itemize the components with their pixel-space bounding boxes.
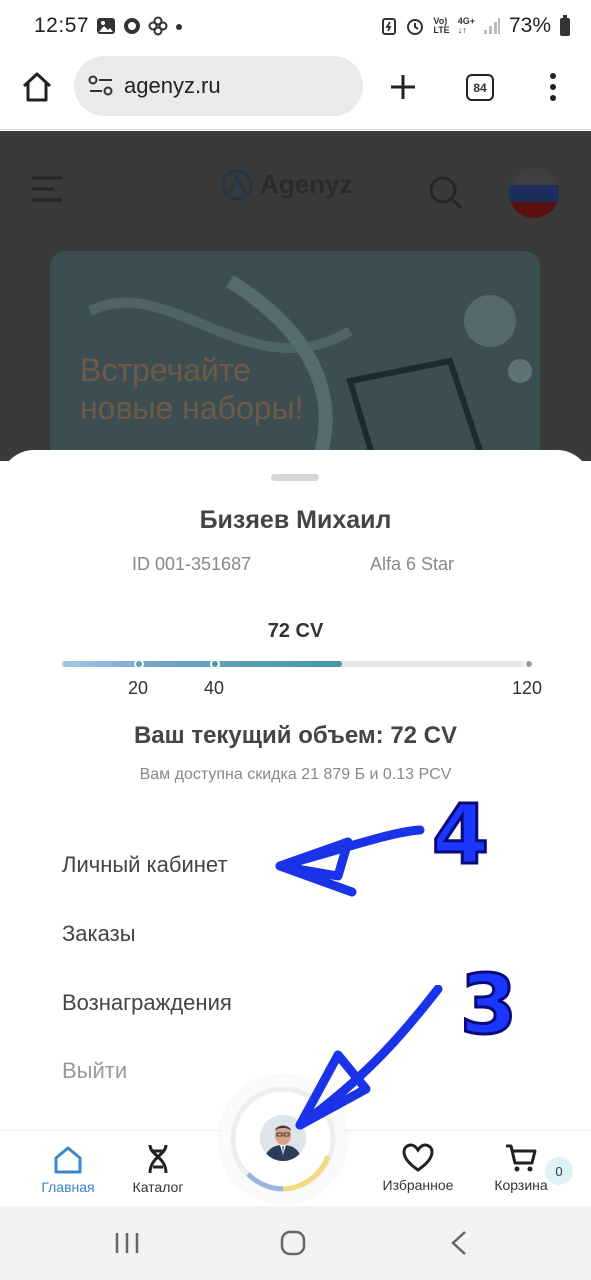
progress-tick-40: [210, 659, 220, 669]
nav-item-favorites[interactable]: Избранное: [378, 1131, 458, 1207]
tick-label-20: 20: [128, 678, 149, 698]
nav-item-home[interactable]: Главная: [38, 1131, 98, 1207]
site-search-icon: [429, 176, 463, 210]
russia-flag-icon: [509, 168, 559, 218]
dna-icon: [148, 1144, 168, 1174]
progress-tick-20: [134, 659, 144, 669]
menu-item-orders[interactable]: Заказы: [62, 921, 136, 947]
user-name: Бизяев Михаил: [199, 506, 392, 534]
dot-icon: [176, 24, 182, 30]
fan-icon: [148, 16, 168, 36]
address-bar[interactable]: agenyz.ru: [74, 56, 363, 116]
nav-label-favorites: Избранное: [382, 1177, 454, 1193]
volte-indicator: Vo) LTE: [433, 16, 450, 35]
tick-label-40: 40: [204, 678, 225, 698]
back-icon[interactable]: [450, 1230, 468, 1256]
alarm-icon: [407, 19, 424, 35]
cart-count-badge: 0: [545, 1157, 573, 1185]
image-icon: [97, 18, 115, 34]
more-menu-icon[interactable]: [546, 72, 560, 102]
battery-icon: [560, 15, 570, 36]
signal-icon: [483, 18, 500, 34]
banner-headline: Встречайте новые наборы!: [80, 352, 304, 426]
menu-item-logout[interactable]: Выйти: [62, 1058, 127, 1084]
volume-progress-bar: [62, 659, 534, 669]
user-id: ID 001-351687: [132, 554, 252, 574]
nav-label-home: Главная: [41, 1179, 95, 1195]
new-tab-icon[interactable]: [388, 72, 418, 102]
tick-label-120: 120: [512, 678, 543, 698]
menu-item-cabinet[interactable]: Личный кабинет: [62, 852, 228, 878]
cv-value-label: 72 CV: [267, 620, 324, 642]
annotation-step-3: 3: [458, 957, 518, 1055]
home-nav-icon: [54, 1146, 82, 1174]
network-indicator: 4G+ ↓↑: [457, 16, 475, 35]
discount-text: Вам доступна скидка 21 879 Б и 0.13 PCV: [139, 766, 452, 783]
nav-item-catalog[interactable]: Каталог: [128, 1131, 188, 1207]
recent-apps-icon[interactable]: [114, 1231, 140, 1255]
site-background: Agenyz Встречайте новые наборы!: [0, 131, 591, 461]
notification-icons: [96, 16, 184, 36]
user-rank: Alfa 6 Star: [370, 554, 455, 574]
tab-switcher-button[interactable]: 84: [466, 74, 494, 101]
site-settings-icon[interactable]: [88, 74, 114, 98]
system-navigation-bar: [0, 1206, 591, 1280]
cart-icon: [506, 1144, 537, 1172]
chat-icon: [124, 18, 140, 34]
status-time: 12:57: [34, 14, 90, 37]
annotation-arrow-to-cabinet: [275, 825, 425, 897]
site-logo-icon: [221, 169, 253, 201]
url-text[interactable]: agenyz.ru: [124, 73, 221, 99]
home-button-icon[interactable]: [280, 1230, 306, 1256]
annotation-step-4: 4: [430, 787, 490, 885]
heart-icon: [402, 1143, 434, 1172]
promo-banner: Встречайте новые наборы!: [50, 251, 540, 461]
sheet-drag-handle[interactable]: [271, 474, 319, 481]
battery-saver-icon: [382, 18, 397, 35]
browser-toolbar: agenyz.ru 84: [0, 56, 591, 130]
nav-label-catalog: Каталог: [132, 1179, 184, 1195]
home-icon[interactable]: [20, 70, 54, 104]
status-bar: 12:57 Vo) LTE 4G+ ↓↑ 73%: [0, 0, 591, 56]
hamburger-menu-icon: [32, 176, 62, 202]
current-volume-text: Ваш текущий объем: 72 CV: [133, 722, 458, 749]
annotation-arrow-to-avatar: [295, 985, 443, 1130]
volume-progress-fill: [62, 661, 343, 667]
battery-level: 73%: [508, 14, 551, 37]
site-logo-text: Agenyz: [260, 169, 353, 199]
menu-item-rewards[interactable]: Вознаграждения: [62, 990, 232, 1016]
nav-label-cart: Корзина: [494, 1177, 548, 1193]
system-icons: Vo) LTE 4G+ ↓↑ 73%: [381, 14, 571, 38]
progress-tick-120: [524, 659, 534, 669]
